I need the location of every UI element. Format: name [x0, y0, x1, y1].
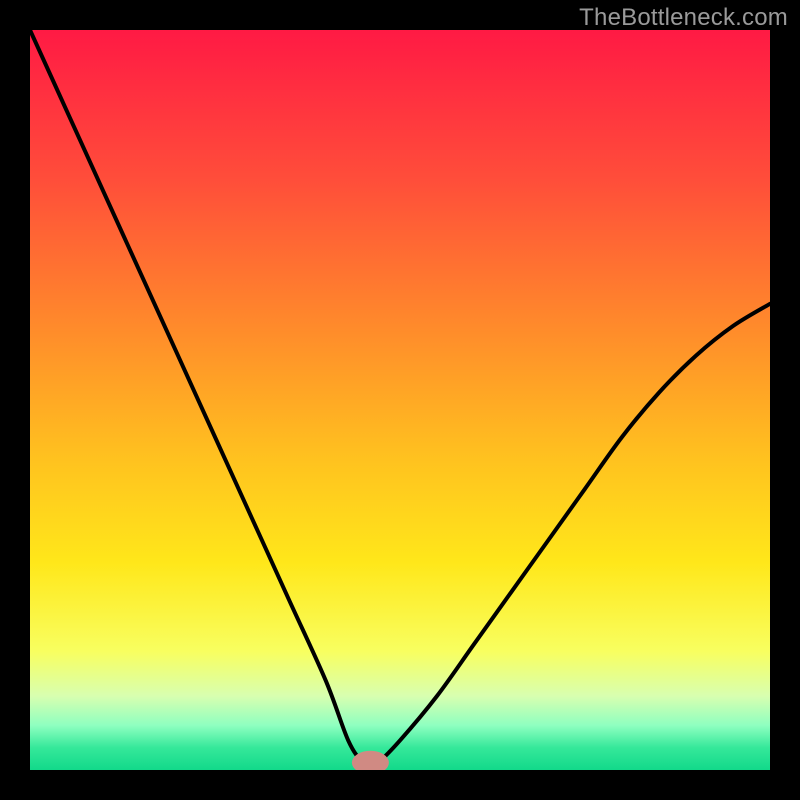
attribution-text: TheBottleneck.com — [579, 4, 788, 32]
plot-area — [30, 30, 770, 770]
gradient-background — [30, 30, 770, 770]
bottleneck-chart — [30, 30, 770, 770]
chart-frame: TheBottleneck.com — [0, 0, 800, 800]
